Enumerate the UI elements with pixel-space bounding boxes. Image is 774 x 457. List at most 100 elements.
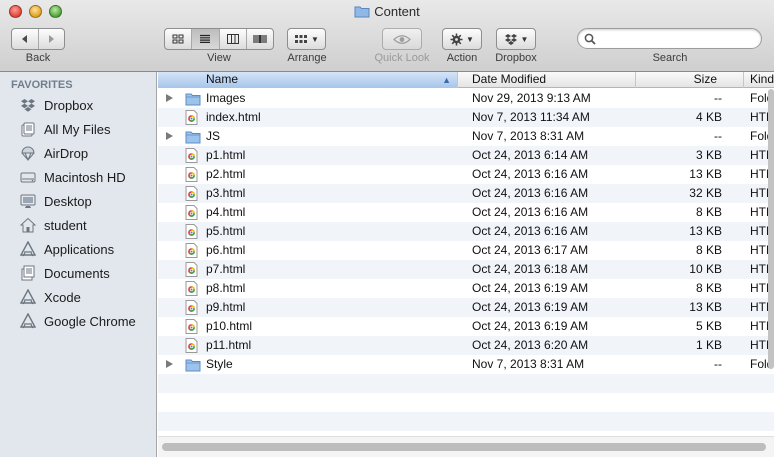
- horizontal-scrollbar[interactable]: [162, 443, 766, 451]
- arrange-button[interactable]: ▼: [287, 28, 326, 50]
- file-name: p11.html: [206, 338, 252, 352]
- sidebar-item-label: Applications: [44, 241, 115, 257]
- file-size: 3 KB: [695, 148, 722, 162]
- icon-view-button[interactable]: [165, 29, 193, 49]
- cover-flow-button[interactable]: [247, 29, 273, 49]
- column-kind-header[interactable]: Kind: [744, 72, 774, 88]
- column-size-label: Size: [693, 72, 717, 86]
- file-name: p2.html: [206, 167, 246, 181]
- table-row[interactable]: p4.htmlOct 24, 2013 6:16 AM8 KBHTML: [158, 203, 774, 222]
- sidebar-item-desktop[interactable]: Desktop: [0, 189, 156, 213]
- sidebar-item-label: student: [44, 217, 87, 233]
- table-row[interactable]: ImagesNov 29, 2013 9:13 AM--Folder: [158, 89, 774, 108]
- all-files-icon: [18, 120, 38, 138]
- sidebar-item-airdrop[interactable]: AirDrop: [0, 141, 156, 165]
- table-row[interactable]: p3.htmlOct 24, 2013 6:16 AM32 KBHTML: [158, 184, 774, 203]
- sidebar-item-google-chrome[interactable]: Google Chrome: [0, 309, 156, 333]
- forward-button[interactable]: [39, 29, 65, 49]
- column-kind-label: Kind: [750, 72, 774, 86]
- list-view-button[interactable]: [192, 29, 220, 49]
- disclosure-triangle[interactable]: [166, 132, 173, 140]
- sidebar-item-applications[interactable]: Applications: [0, 237, 156, 261]
- dropbox-button[interactable]: ▼: [496, 28, 536, 50]
- file-date-modified: Oct 24, 2013 6:16 AM: [472, 224, 589, 238]
- file-size: --: [714, 357, 722, 371]
- table-row[interactable]: p11.htmlOct 24, 2013 6:20 AM1 KBHTML: [158, 336, 774, 355]
- column-name-header[interactable]: Name ▲: [158, 72, 458, 88]
- sidebar-item-label: Documents: [44, 265, 110, 281]
- file-name: p10.html: [206, 319, 253, 333]
- sidebar-item-label: All My Files: [44, 121, 111, 137]
- table-row[interactable]: p1.htmlOct 24, 2013 6:14 AM3 KBHTML: [158, 146, 774, 165]
- desktop-icon: [18, 192, 38, 210]
- chevron-down-icon: ▼: [520, 34, 529, 44]
- chevron-down-icon: ▼: [466, 34, 474, 44]
- table-row[interactable]: p8.htmlOct 24, 2013 6:19 AM8 KBHTML: [158, 279, 774, 298]
- search-field[interactable]: [577, 28, 762, 49]
- search-label: Search: [652, 52, 688, 64]
- column-date-header[interactable]: Date Modified: [458, 72, 636, 88]
- file-name: index.html: [206, 110, 261, 124]
- file-name: Images: [206, 91, 246, 105]
- html-file-icon: [185, 262, 201, 277]
- table-row[interactable]: StyleNov 7, 2013 8:31 AM--Folder: [158, 355, 774, 374]
- file-name: p5.html: [206, 224, 246, 238]
- favorites-heading: FAVORITES: [11, 79, 73, 91]
- action-button[interactable]: ▼: [442, 28, 482, 50]
- action-label: Action: [446, 52, 478, 64]
- arrange-icon: [295, 35, 308, 43]
- html-file-icon: [185, 224, 201, 239]
- column-date-label: Date Modified: [472, 72, 547, 86]
- file-size: 4 KB: [695, 110, 722, 124]
- file-date-modified: Oct 24, 2013 6:17 AM: [472, 243, 589, 257]
- forward-arrow-icon: [49, 35, 55, 43]
- file-date-modified: Oct 24, 2013 6:16 AM: [472, 205, 589, 219]
- back-button[interactable]: [12, 29, 39, 49]
- search-input[interactable]: [600, 31, 755, 46]
- sidebar-item-student[interactable]: student: [0, 213, 156, 237]
- html-file-icon: [185, 148, 201, 163]
- column-view-button[interactable]: [220, 29, 247, 49]
- applications-icon: [18, 288, 38, 306]
- icon-view-icon: [172, 34, 184, 44]
- table-row[interactable]: p2.htmlOct 24, 2013 6:16 AM13 KBHTML: [158, 165, 774, 184]
- sidebar-item-xcode[interactable]: Xcode: [0, 285, 156, 309]
- back-forward-control: [11, 28, 65, 50]
- file-size: --: [714, 129, 722, 143]
- file-name: p9.html: [206, 300, 246, 314]
- table-row[interactable]: p5.htmlOct 24, 2013 6:16 AM13 KBHTML: [158, 222, 774, 241]
- hard-drive-icon: [18, 168, 38, 186]
- quick-look-button[interactable]: [382, 28, 422, 50]
- table-row[interactable]: p7.htmlOct 24, 2013 6:18 AM10 KBHTML: [158, 260, 774, 279]
- file-size: 13 KB: [689, 300, 722, 314]
- sidebar-item-documents[interactable]: Documents: [0, 261, 156, 285]
- view-label: View: [207, 52, 231, 64]
- disclosure-triangle[interactable]: [166, 360, 173, 368]
- window-title: Content: [0, 4, 774, 19]
- table-row[interactable]: p9.htmlOct 24, 2013 6:19 AM13 KBHTML: [158, 298, 774, 317]
- sort-ascending-icon: ▲: [442, 75, 451, 85]
- cover-flow-icon: [253, 35, 267, 43]
- html-file-icon: [185, 110, 201, 125]
- file-date-modified: Nov 7, 2013 8:31 AM: [472, 357, 585, 371]
- file-list: Name ▲ Date Modified Size Kind Images Nov…: [158, 72, 774, 457]
- sidebar-item-macintosh-hd[interactable]: Macintosh HD: [0, 165, 156, 189]
- sidebar-item-dropbox[interactable]: Dropbox: [0, 93, 156, 117]
- table-row[interactable]: p6.htmlOct 24, 2013 6:17 AM8 KBHTML: [158, 241, 774, 260]
- vertical-scrollbar[interactable]: [768, 89, 774, 369]
- folder-icon: [354, 6, 370, 18]
- file-size: 13 KB: [689, 224, 722, 238]
- table-row[interactable]: index.htmlNov 7, 2013 11:34 AM4 KBHTML: [158, 108, 774, 127]
- dropbox-icon: [504, 33, 517, 45]
- applications-icon: [18, 240, 38, 258]
- table-row[interactable]: JSNov 7, 2013 8:31 AM--Folder: [158, 127, 774, 146]
- column-size-header[interactable]: Size: [636, 72, 744, 88]
- table-row[interactable]: p10.htmlOct 24, 2013 6:19 AM5 KBHTML: [158, 317, 774, 336]
- file-size: 8 KB: [695, 281, 722, 295]
- empty-row: [158, 393, 774, 412]
- file-name: p6.html: [206, 243, 246, 257]
- file-size: --: [714, 91, 722, 105]
- file-name: p7.html: [206, 262, 246, 276]
- disclosure-triangle[interactable]: [166, 94, 173, 102]
- sidebar-item-all-my-files[interactable]: All My Files: [0, 117, 156, 141]
